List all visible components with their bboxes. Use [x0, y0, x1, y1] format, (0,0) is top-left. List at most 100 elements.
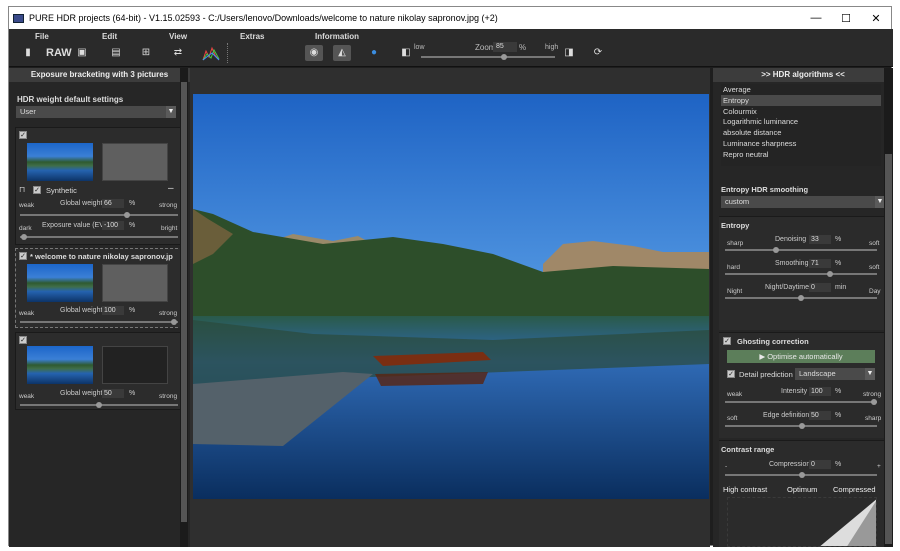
entropy-section: Entropy sharp Denoising 33 % soft hard S…: [719, 216, 885, 330]
global-weight-slider[interactable]: [20, 321, 178, 323]
nightday-value[interactable]: 0: [809, 283, 831, 292]
tab-compressed[interactable]: Compressed: [833, 485, 876, 494]
contrast-section: Contrast range - Compression 0 % + High …: [719, 440, 885, 547]
menu-information[interactable]: Information: [315, 32, 359, 41]
left-scrollbar[interactable]: [180, 68, 188, 547]
detail-preset-value: Landscape: [799, 369, 836, 378]
night-label: Night: [727, 288, 743, 295]
compare-icon[interactable]: ⇄: [169, 45, 187, 61]
weight-preset-dropdown[interactable]: User ▼: [16, 106, 176, 118]
link-icon[interactable]: ⊓: [19, 185, 25, 194]
menu-view[interactable]: View: [169, 32, 187, 41]
edge-definition-value[interactable]: 50: [809, 411, 831, 420]
histogram-icon[interactable]: [202, 45, 220, 61]
global-weight-value[interactable]: 100: [102, 306, 124, 315]
strong-label: strong: [159, 393, 178, 400]
detail-prediction-checkbox[interactable]: ✓: [727, 370, 735, 378]
image-1-thumbnail[interactable]: [27, 143, 93, 181]
menu-toolbar: File Edit View Extras Information ▮ RAW …: [9, 29, 893, 67]
right-scrollbar-thumb[interactable]: [885, 154, 892, 544]
raw-button[interactable]: RAW: [46, 45, 72, 61]
algorithm-item[interactable]: Average: [721, 84, 881, 95]
algorithm-item[interactable]: Logarithmic luminance: [721, 116, 881, 127]
contrast-curve-graph[interactable]: [727, 497, 877, 547]
right-scrollbar[interactable]: [884, 68, 893, 547]
images-icon[interactable]: ▣: [73, 45, 91, 61]
global-weight-value[interactable]: 50: [102, 389, 124, 398]
compression-knob[interactable]: [799, 472, 805, 478]
synthetic-checkbox[interactable]: ✓: [33, 186, 41, 194]
optimise-label: Optimise automatically: [767, 352, 843, 361]
image-3-weight-map: [102, 346, 168, 384]
ghosting-checkbox[interactable]: ✓: [723, 337, 731, 345]
algorithm-item[interactable]: absolute distance: [721, 127, 881, 138]
zoom-in-icon[interactable]: ◨: [560, 45, 578, 61]
new-document-icon[interactable]: ▮: [19, 45, 37, 61]
minimize-button[interactable]: —: [801, 12, 831, 24]
globe-icon[interactable]: ●: [365, 45, 383, 61]
landscape-photo: [193, 94, 709, 499]
algorithm-list[interactable]: Average Entropy Colourmix Logarithmic lu…: [721, 84, 881, 166]
optimise-button[interactable]: ▶ Optimise automatically: [727, 350, 875, 363]
strong-label: strong: [863, 391, 882, 398]
intensity-knob[interactable]: [871, 399, 877, 405]
algorithm-item[interactable]: Luminance sharpness: [721, 138, 881, 149]
unit-label: %: [129, 222, 136, 229]
global-weight-knob[interactable]: [124, 212, 130, 218]
split-view-icon[interactable]: ◭: [333, 45, 351, 61]
crop-icon[interactable]: ⟳: [589, 45, 607, 61]
smoothing-value[interactable]: 71: [809, 259, 831, 268]
intensity-value[interactable]: 100: [809, 387, 831, 396]
zoom-value[interactable]: 85: [493, 42, 517, 52]
zoom-slider-knob[interactable]: [501, 54, 508, 60]
image-3-checkbox[interactable]: ✓: [19, 336, 27, 344]
tab-optimum[interactable]: Optimum: [787, 485, 817, 494]
menu-file[interactable]: File: [35, 32, 49, 41]
intensity-slider[interactable]: [725, 401, 877, 403]
smoothing-title: Entropy HDR smoothing: [721, 185, 809, 194]
zoom-out-icon[interactable]: ◧: [397, 45, 415, 61]
exposure-knob[interactable]: [21, 234, 27, 240]
hdr-preview-image[interactable]: [193, 94, 709, 499]
menu-edit[interactable]: Edit: [102, 32, 117, 41]
edge-definition-knob[interactable]: [799, 423, 805, 429]
tab-high-contrast[interactable]: High contrast: [723, 485, 767, 494]
image-3-thumbnail[interactable]: [27, 346, 93, 384]
global-weight-value[interactable]: 66: [102, 199, 124, 208]
ghosting-title: Ghosting correction: [737, 337, 809, 346]
export-icon[interactable]: ⊞: [137, 45, 155, 61]
image-2-thumbnail[interactable]: [27, 264, 93, 302]
collapse-button[interactable]: –: [168, 183, 174, 194]
image-canvas[interactable]: [190, 68, 710, 547]
smoothing-knob[interactable]: [827, 271, 833, 277]
exposure-value[interactable]: -100: [102, 221, 124, 230]
compression-value[interactable]: 0: [809, 460, 831, 469]
image-1-checkbox[interactable]: ✓: [19, 131, 27, 139]
nightday-knob[interactable]: [798, 295, 804, 301]
zoom-slider-track[interactable]: [421, 56, 555, 58]
image-2-checkbox[interactable]: ✓: [19, 252, 27, 260]
algorithm-item[interactable]: Colourmix: [721, 106, 881, 117]
smoothing-slider[interactable]: [725, 273, 877, 275]
global-weight-knob[interactable]: [171, 319, 177, 325]
left-scrollbar-thumb[interactable]: [181, 82, 187, 522]
soft-label: soft: [869, 240, 880, 247]
close-button[interactable]: ✕: [861, 12, 891, 25]
exposure-slider[interactable]: [20, 236, 178, 238]
smoothing-preset-dropdown[interactable]: custom ▼: [721, 196, 885, 208]
global-weight-knob[interactable]: [96, 402, 102, 408]
save-icon[interactable]: ▤: [107, 45, 125, 61]
global-weight-slider[interactable]: [20, 214, 178, 216]
denoising-slider[interactable]: [725, 249, 877, 251]
global-weight-label: Global weight: [60, 390, 103, 397]
denoising-knob[interactable]: [773, 247, 779, 253]
synthetic-label: Synthetic: [46, 186, 77, 195]
algorithm-item[interactable]: Repro neutral: [721, 149, 881, 160]
denoising-value[interactable]: 33: [809, 235, 831, 244]
detail-preset-dropdown[interactable]: Landscape ▼: [795, 368, 875, 380]
algorithm-item-selected[interactable]: Entropy: [721, 94, 881, 106]
menu-extras[interactable]: Extras: [240, 32, 264, 41]
edge-definition-label: Edge definition: [763, 412, 810, 419]
eye-icon[interactable]: ◉: [305, 45, 323, 61]
maximize-button[interactable]: ☐: [831, 12, 861, 25]
